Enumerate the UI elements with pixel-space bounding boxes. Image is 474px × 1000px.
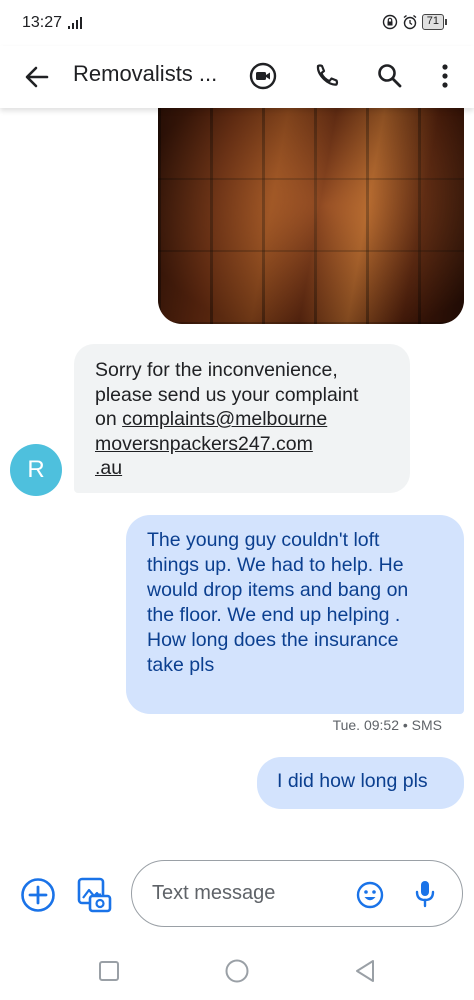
- message-line: would drop items and bang on: [147, 579, 409, 601]
- more-vert-icon[interactable]: [429, 60, 461, 92]
- conversation-title[interactable]: Removalists ...: [73, 59, 217, 89]
- message-line: things up. We had to help. He: [147, 554, 404, 576]
- image-shading: [158, 108, 464, 324]
- outgoing-message-bubble[interactable]: The young guy couldn't loft things up. W…: [126, 515, 464, 714]
- microphone-icon[interactable]: [414, 879, 436, 909]
- add-attachment-icon[interactable]: [20, 877, 56, 913]
- email-link[interactable]: moversnpackers247.com: [95, 432, 410, 457]
- image-message[interactable]: [158, 108, 464, 324]
- phone-icon[interactable]: [311, 60, 343, 92]
- system-navigation-bar: [0, 944, 474, 1000]
- message-input-placeholder: Text message: [152, 882, 276, 904]
- incoming-message-bubble[interactable]: Sorry for the inconvenience, please send…: [74, 344, 410, 493]
- message-line: the floor. We end up helping .: [147, 604, 401, 626]
- sender-avatar[interactable]: R: [10, 444, 62, 496]
- status-bar: 13:27 71: [0, 0, 474, 46]
- alarm-icon: [403, 14, 417, 30]
- search-icon[interactable]: [374, 60, 406, 92]
- message-line: How long does the insurance: [147, 629, 399, 651]
- gallery-camera-icon[interactable]: [76, 876, 112, 914]
- app-bar: Removalists ...: [0, 46, 474, 108]
- recent-apps-icon[interactable]: [96, 958, 122, 984]
- message-input[interactable]: Text message: [131, 860, 463, 927]
- status-icons: 71: [382, 14, 448, 30]
- message-timestamp: Tue. 09:52 • SMS: [332, 717, 442, 733]
- outgoing-message-bubble[interactable]: I did how long pls: [257, 757, 464, 809]
- back-nav-icon[interactable]: [352, 958, 378, 984]
- message-line: The young guy couldn't loft: [147, 529, 380, 551]
- status-time: 13:27: [22, 14, 63, 31]
- lock-rotation-icon: [382, 14, 397, 30]
- message-line-with-link: on complaints@melbourne: [95, 407, 410, 432]
- back-arrow-icon[interactable]: [20, 60, 54, 94]
- video-call-icon[interactable]: [247, 60, 279, 92]
- message-line: please send us your complaint: [95, 383, 359, 406]
- signal-icon: [68, 17, 82, 29]
- battery-indicator: 71: [421, 14, 448, 30]
- message-line: take pls: [147, 654, 215, 676]
- email-link[interactable]: .au: [95, 456, 410, 481]
- emoji-icon[interactable]: [356, 881, 384, 909]
- email-link[interactable]: complaints@melbourne: [122, 408, 327, 430]
- home-icon[interactable]: [224, 958, 250, 984]
- message-text: on: [95, 408, 123, 430]
- message-line: Sorry for the inconvenience,: [95, 359, 338, 381]
